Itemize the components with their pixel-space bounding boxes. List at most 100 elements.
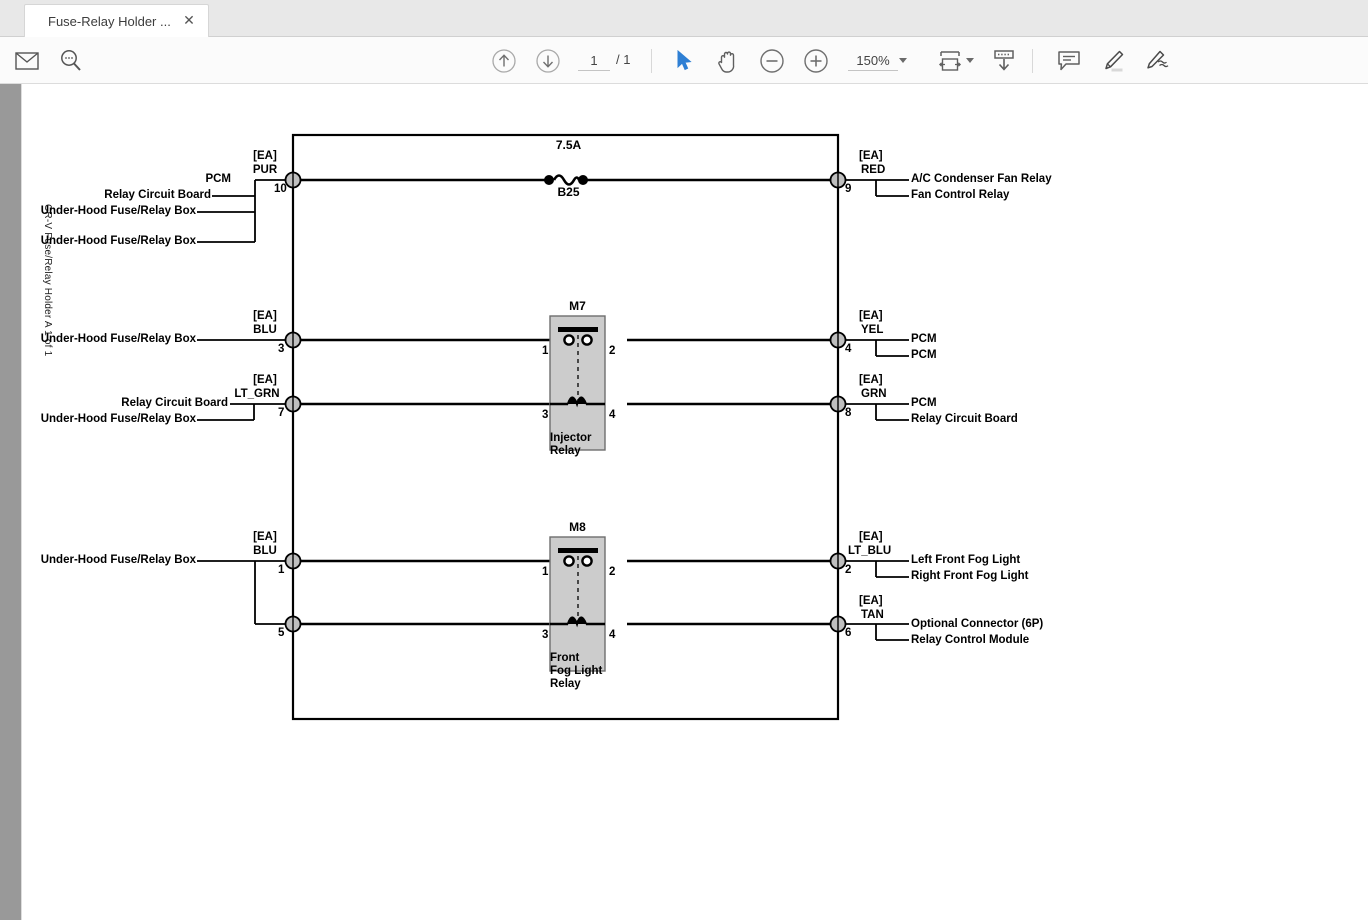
wire-color-pin9: RED	[861, 164, 886, 176]
document-tab[interactable]: Fuse-Relay Holder ... ✕	[24, 4, 209, 37]
toolbar-divider-1	[651, 49, 652, 73]
dest-pin3-1: Under-Hood Fuse/Relay Box	[40, 333, 196, 345]
terminal-pin-8	[829, 395, 847, 413]
relay-m8-pin-1: 1	[542, 566, 549, 578]
pin-number-6: 6	[845, 627, 852, 639]
relay-m7-pin-4: 4	[609, 409, 616, 421]
fuse-right-node	[578, 175, 588, 185]
wire-color-pin2: LT_BLU	[848, 545, 892, 557]
pin-number-7: 7	[278, 407, 285, 419]
tab-title: Fuse-Relay Holder ...	[48, 13, 171, 29]
pin-number-10: 10	[274, 183, 287, 195]
relay-m8-pin-2: 2	[609, 566, 616, 578]
wire-tag-pin9: [EA]	[859, 150, 883, 162]
pan-tool-button[interactable]	[712, 45, 744, 77]
zoom-in-button[interactable]	[800, 45, 832, 77]
close-icon[interactable]: ✕	[182, 13, 196, 27]
zoom-out-button[interactable]	[756, 45, 788, 77]
fit-width-button[interactable]	[934, 45, 966, 77]
wire-color-pin7: LT_GRN	[234, 388, 280, 400]
relay-m7-id: M7	[569, 299, 586, 313]
zoom-level-input[interactable]	[848, 50, 898, 71]
terminal-pin-7	[284, 395, 302, 413]
wire-color-pin10: PUR	[252, 164, 278, 176]
highlighter-button[interactable]	[1097, 45, 1129, 77]
dest-pin8-1: PCM	[911, 397, 937, 409]
dest-pin4-2: PCM	[911, 349, 937, 361]
wire-color-pin6: TAN	[861, 609, 884, 621]
wiring-diagram	[197, 133, 909, 721]
fuse-id: B25	[557, 185, 580, 199]
pen-draw-button[interactable]	[1141, 45, 1173, 77]
dest-pin2-1: Left Front Fog Light	[911, 554, 1021, 566]
fit-width-chevron-icon[interactable]	[966, 58, 974, 63]
dest-pin8-2: Relay Circuit Board	[911, 413, 1018, 425]
search-icon[interactable]	[55, 45, 87, 77]
comment-button[interactable]	[1053, 45, 1085, 77]
fuse-element-icon	[552, 174, 581, 186]
dest-pin10-3: Under-Hood Fuse/Relay Box	[40, 205, 196, 217]
dest-pin7-2: Under-Hood Fuse/Relay Box	[40, 413, 196, 425]
wire-color-pin3: BLU	[253, 324, 277, 336]
page-number-input[interactable]	[578, 50, 610, 71]
page-total-label: / 1	[616, 52, 631, 67]
wire-color-pin1: BLU	[253, 545, 277, 557]
tab-strip: Fuse-Relay Holder ... ✕	[0, 0, 1368, 37]
pin-number-5: 5	[278, 627, 285, 639]
wire-tag-pin3: [EA]	[253, 310, 277, 322]
wire-tag-pin4: [EA]	[859, 310, 883, 322]
relay-m7-pin-3: 3	[542, 409, 549, 421]
relay-m8-pin-3: 3	[542, 629, 549, 641]
terminal-pin-10	[284, 171, 302, 189]
mail-icon[interactable]	[11, 45, 43, 77]
fuse-rating: 7.5A	[555, 138, 582, 152]
wire-color-pin4: YEL	[861, 324, 884, 336]
relay-m7-name-line2: Relay	[550, 445, 581, 457]
wire-color-pin8: GRN	[861, 388, 887, 400]
terminal-pin-1	[284, 552, 302, 570]
prev-page-button[interactable]	[488, 45, 520, 77]
dest-pin2-2: Right Front Fog Light	[911, 570, 1029, 582]
wire-tag-pin2: [EA]	[859, 531, 883, 543]
pin-number-4: 4	[845, 343, 852, 355]
relay-m8-pin-4: 4	[609, 629, 616, 641]
terminal-pin-4	[829, 331, 847, 349]
wire-tag-pin7: [EA]	[253, 374, 277, 386]
next-page-button[interactable]	[532, 45, 564, 77]
dest-pin6-2: Relay Control Module	[911, 634, 1030, 646]
relay-m8	[549, 536, 606, 672]
pin-number-2: 2	[845, 564, 852, 576]
terminal-pin-9	[829, 171, 847, 189]
select-tool-button[interactable]	[668, 45, 700, 77]
fuse-left-node	[544, 175, 554, 185]
wire-tag-pin10: [EA]	[253, 150, 277, 162]
dest-pin7-1: Relay Circuit Board	[121, 397, 228, 409]
toolbar-divider-2	[1032, 49, 1033, 73]
dest-pin9-2: Fan Control Relay	[911, 189, 1010, 201]
dest-pin9-1: A/C Condenser Fan Relay	[911, 173, 1052, 185]
relay-m7-name-line1: Injector	[550, 432, 592, 444]
wire-tag-pin1: [EA]	[253, 531, 277, 543]
dest-pin10-2: Relay Circuit Board	[104, 189, 211, 201]
pin-number-8: 8	[845, 407, 852, 419]
sidebar-strip[interactable]	[0, 84, 22, 920]
pin-number-3: 3	[278, 343, 285, 355]
pin-number-9: 9	[845, 183, 852, 195]
wire-tag-pin8: [EA]	[859, 374, 883, 386]
terminal-pin-6	[829, 615, 847, 633]
pin-number-1: 1	[278, 564, 285, 576]
dest-pin4-1: PCM	[911, 333, 937, 345]
dest-pin6-1: Optional Connector (6P)	[911, 618, 1044, 630]
relay-m7	[549, 315, 606, 451]
chevron-down-icon[interactable]	[899, 58, 907, 63]
terminal-pin-5	[284, 615, 302, 633]
relay-m8-name-line1: Front	[550, 652, 580, 664]
download-button[interactable]	[988, 45, 1020, 77]
toolbar: / 1	[0, 37, 1368, 84]
relay-m8-name-line3: Relay	[550, 678, 581, 690]
relay-m7-pin-1: 1	[542, 345, 549, 357]
dest-pin10-4: Under-Hood Fuse/Relay Box	[40, 235, 196, 247]
pdf-page-viewer[interactable]: CR-V Fuse/Relay Holder A 1 of 1 [EA] PUR…	[23, 84, 1368, 920]
terminal-pin-3	[284, 331, 302, 349]
dest-pin1-1: Under-Hood Fuse/Relay Box	[40, 554, 196, 566]
